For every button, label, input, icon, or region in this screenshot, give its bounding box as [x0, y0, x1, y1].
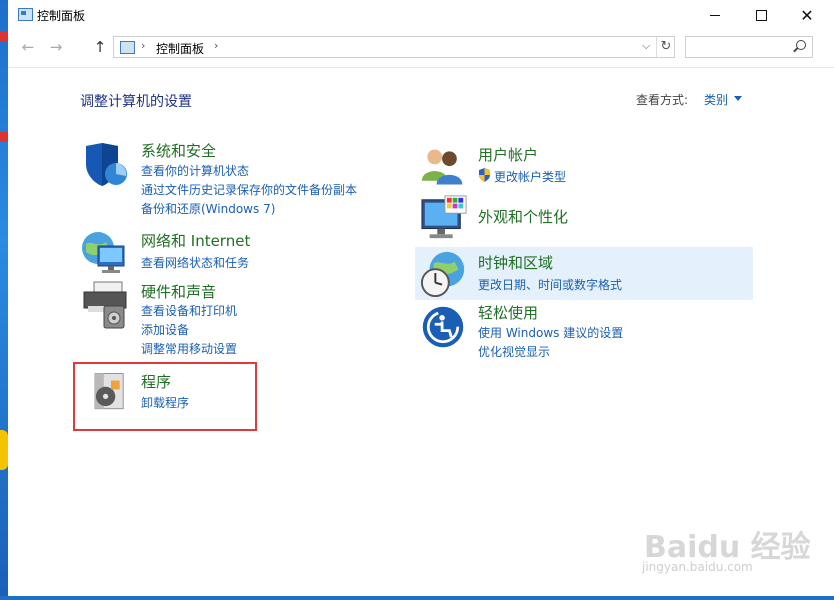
desktop-folder-icon — [0, 430, 8, 470]
minimize-icon — [710, 14, 720, 16]
forward-arrow-icon: → — [49, 38, 63, 56]
printer-speaker-icon — [83, 281, 127, 329]
watermark-url: jingyan.baidu.com — [642, 560, 753, 574]
users-icon — [421, 149, 463, 185]
control-panel-icon — [18, 8, 33, 21]
link-backup-restore[interactable]: 备份和还原(Windows 7) — [141, 200, 275, 217]
category-title-ease-of-access[interactable]: 轻松使用 — [478, 302, 538, 323]
forward-button[interactable]: → — [46, 37, 66, 57]
control-panel-window: 控制面板 ✕ ← → ↑ › 控制面板 › ⌵ ↻ 调整计算机的设置 查看方式:… — [8, 0, 834, 596]
category-title-network-internet[interactable]: 网络和 Internet — [141, 230, 250, 251]
desktop-badge — [0, 132, 8, 142]
maximize-button[interactable] — [738, 0, 784, 30]
link-file-history[interactable]: 通过文件历史记录保存你的文件备份副本 — [141, 181, 357, 198]
taskbar-edge — [0, 596, 834, 600]
up-button[interactable]: ↑ — [90, 37, 110, 57]
shield-icon — [86, 143, 127, 186]
category-title-user-accounts[interactable]: 用户帐户 — [478, 144, 538, 165]
ease-of-access-icon — [422, 306, 464, 348]
link-optimize-visual-display[interactable]: 优化视觉显示 — [478, 343, 550, 360]
back-arrow-icon: ← — [21, 38, 35, 56]
address-bar[interactable]: › 控制面板 › ⌵ ↻ — [113, 36, 675, 58]
search-icon — [796, 40, 806, 50]
refresh-icon: ↻ — [660, 39, 672, 54]
link-change-date-time-format[interactable]: 更改日期、时间或数字格式 — [478, 276, 622, 293]
back-button[interactable]: ← — [18, 37, 38, 57]
chevron-down-icon[interactable]: ⌵ — [642, 39, 650, 53]
chevron-down-icon[interactable] — [734, 96, 742, 101]
uac-shield-icon — [478, 167, 491, 182]
link-devices-printers[interactable]: 查看设备和打印机 — [141, 302, 237, 319]
refresh-button[interactable]: ↻ — [656, 37, 675, 57]
desktop-badge — [0, 32, 8, 42]
search-input[interactable] — [685, 36, 813, 58]
view-by-dropdown[interactable]: 类别 — [704, 91, 728, 108]
desktop-background — [0, 0, 8, 600]
highlight-annotation-box — [73, 362, 257, 431]
breadcrumb-chevron-icon[interactable]: › — [141, 39, 145, 52]
navigation-bar: ← → ↑ › 控制面板 › ⌵ ↻ — [8, 34, 834, 60]
title-bar: 控制面板 ✕ — [8, 0, 834, 30]
link-change-account-type[interactable]: 更改帐户类型 — [494, 168, 566, 185]
maximize-icon — [755, 9, 767, 21]
clock-globe-icon — [420, 251, 465, 298]
breadcrumb-control-panel[interactable]: 控制面板 — [156, 40, 204, 57]
window-title: 控制面板 — [37, 9, 86, 23]
link-add-device[interactable]: 添加设备 — [141, 321, 189, 338]
close-button[interactable]: ✕ — [784, 0, 830, 30]
divider — [8, 67, 834, 68]
up-arrow-icon: ↑ — [93, 38, 107, 56]
link-view-computer-status[interactable]: 查看你的计算机状态 — [141, 162, 249, 179]
category-title-clock-region[interactable]: 时钟和区域 — [478, 252, 553, 273]
link-mobility-settings[interactable]: 调整常用移动设置 — [141, 340, 237, 357]
link-windows-recommended-settings[interactable]: 使用 Windows 建议的设置 — [478, 324, 623, 341]
monitor-palette-icon — [421, 195, 467, 239]
minimize-button[interactable] — [692, 0, 738, 30]
close-icon: ✕ — [800, 5, 814, 25]
category-title-system-security[interactable]: 系统和安全 — [141, 140, 216, 161]
link-network-status[interactable]: 查看网络状态和任务 — [141, 254, 249, 271]
page-title: 调整计算机的设置 — [80, 94, 192, 110]
globe-network-icon — [82, 232, 125, 273]
view-by-label: 查看方式: — [636, 93, 689, 107]
breadcrumb-chevron-icon[interactable]: › — [214, 39, 218, 52]
category-title-hardware-sound[interactable]: 硬件和声音 — [141, 281, 216, 302]
category-title-appearance[interactable]: 外观和个性化 — [478, 206, 568, 227]
control-panel-icon — [120, 41, 135, 54]
